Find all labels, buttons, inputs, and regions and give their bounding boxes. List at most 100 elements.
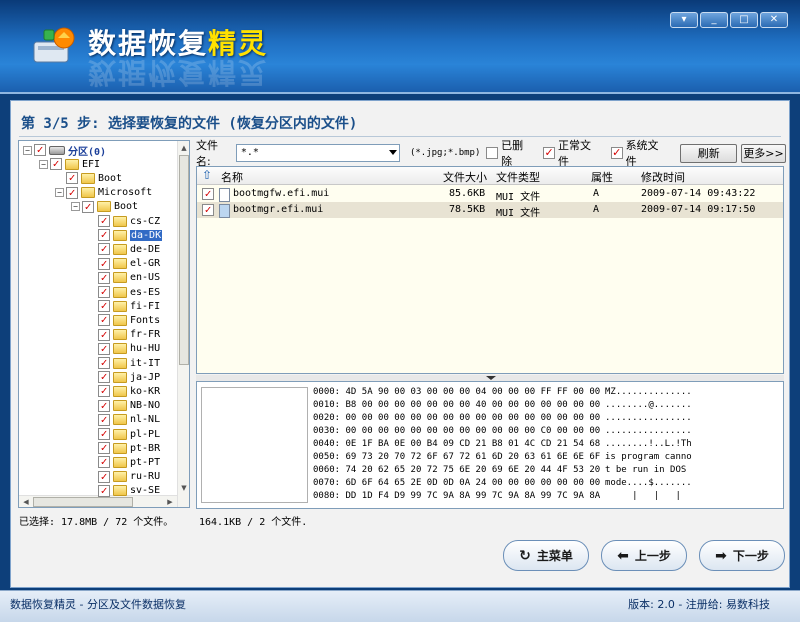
- splitter-arrow-icon[interactable]: [486, 376, 496, 380]
- col-modified[interactable]: 修改时间: [641, 169, 685, 185]
- tree-node-label[interactable]: ja-JP: [130, 372, 160, 383]
- col-attr[interactable]: 属性: [591, 169, 613, 185]
- tree-node-label[interactable]: da-DK: [130, 229, 163, 241]
- expand-toggle-icon[interactable]: −: [55, 188, 64, 198]
- minimize-button[interactable]: _: [700, 12, 728, 28]
- scroll-thumb[interactable]: [179, 155, 189, 365]
- tree-checkbox[interactable]: ✓: [98, 413, 110, 426]
- scroll-right-icon[interactable]: ▶: [165, 497, 175, 507]
- next-step-button[interactable]: ➡ 下一步: [699, 540, 785, 571]
- tree-checkbox[interactable]: ✓: [98, 328, 110, 341]
- tree-node-label[interactable]: cs-CZ: [130, 216, 160, 227]
- tree-node[interactable]: − ✓ 分区(0): [23, 143, 106, 158]
- tree-node-label[interactable]: Fonts: [130, 315, 160, 326]
- refresh-button[interactable]: 刷新: [680, 143, 738, 163]
- up-folder-icon[interactable]: ⇧: [202, 168, 212, 182]
- tree-checkbox[interactable]: ✓: [98, 257, 110, 270]
- tree-node[interactable]: ✓ sv-SE: [87, 484, 160, 498]
- tree-node[interactable]: ✓ cs-CZ: [87, 214, 160, 228]
- scroll-up-icon[interactable]: ▲: [179, 143, 189, 153]
- tree-node-label[interactable]: pl-PL: [130, 429, 160, 440]
- more-button[interactable]: 更多>>: [741, 143, 786, 163]
- tree-node-label[interactable]: en-US: [130, 272, 160, 283]
- tree-node-label[interactable]: hu-HU: [130, 343, 160, 354]
- file-checkbox[interactable]: ✓: [202, 204, 214, 216]
- tree-node[interactable]: ✓ pt-PT: [87, 455, 160, 469]
- tree-node-label[interactable]: fr-FR: [130, 329, 160, 340]
- tree-node[interactable]: − ✓ Boot: [71, 200, 138, 214]
- tree-checkbox[interactable]: ✓: [82, 200, 94, 213]
- tree-node-label[interactable]: ru-RU: [130, 471, 160, 482]
- chevron-down-icon[interactable]: [388, 150, 397, 155]
- tree-node[interactable]: ✓ en-US: [87, 271, 160, 285]
- system-files-checkbox[interactable]: ✓ 系统文件: [610, 137, 669, 169]
- tree-node-label[interactable]: es-ES: [130, 287, 160, 298]
- tree-checkbox[interactable]: ✓: [50, 158, 62, 171]
- tree-checkbox[interactable]: ✓: [98, 314, 110, 327]
- tree-node-label[interactable]: ko-KR: [130, 386, 160, 397]
- menu-dropdown-button[interactable]: ▾: [670, 12, 698, 28]
- tree-node-label[interactable]: Boot: [114, 201, 138, 212]
- close-button[interactable]: ✕: [760, 12, 788, 28]
- tree-checkbox[interactable]: ✓: [98, 243, 110, 256]
- tree-node[interactable]: ✓ pl-PL: [87, 427, 160, 441]
- main-menu-button[interactable]: ↻ 主菜单: [503, 540, 589, 571]
- tree-checkbox[interactable]: ✓: [98, 342, 110, 355]
- expand-toggle-icon[interactable]: −: [23, 145, 32, 155]
- tree-vertical-scrollbar[interactable]: ▲ ▼: [177, 141, 189, 507]
- tree-checkbox[interactable]: ✓: [98, 271, 110, 284]
- col-size[interactable]: 文件大小: [443, 169, 487, 185]
- tree-node[interactable]: ✓ NB-NO: [87, 399, 160, 413]
- tree-node-label[interactable]: de-DE: [130, 244, 160, 255]
- normal-files-checkbox[interactable]: ✓ 正常文件: [543, 137, 601, 169]
- tree-node-label[interactable]: pt-BR: [130, 443, 160, 454]
- tree-checkbox[interactable]: ✓: [66, 172, 78, 185]
- tree-checkbox[interactable]: ✓: [98, 357, 110, 369]
- tree-checkbox[interactable]: ✓: [98, 385, 110, 398]
- tree-node-label[interactable]: NB-NO: [130, 400, 160, 411]
- tree-node-label[interactable]: pt-PT: [130, 457, 160, 468]
- tree-node[interactable]: ✓ it-IT: [87, 356, 160, 370]
- tree-checkbox[interactable]: ✓: [98, 229, 110, 242]
- tree-node[interactable]: ✓ hu-HU: [87, 342, 160, 356]
- tree-node[interactable]: ✓ fr-FR: [87, 328, 160, 342]
- tree-checkbox[interactable]: ✓: [34, 144, 46, 156]
- col-name[interactable]: 名称: [221, 169, 243, 185]
- tree-checkbox[interactable]: ✓: [98, 428, 110, 440]
- tree-node[interactable]: ✓ da-DK: [87, 228, 163, 242]
- tree-node-label[interactable]: sv-SE: [130, 485, 160, 496]
- folder-tree[interactable]: ▲ ▼ ◀ ▶ − ✓ 分区(0) − ✓ EFI ✓ Boot − ✓ Microsoft − ✓ Bo…: [18, 140, 190, 508]
- tree-node-label[interactable]: Microsoft: [98, 187, 152, 198]
- tree-checkbox[interactable]: ✓: [98, 371, 110, 384]
- tree-node-label[interactable]: it-IT: [130, 358, 160, 369]
- file-row[interactable]: ✓ bootmgfw.efi.mui 85.6KB MUI 文件 A 2009-07-14…: [197, 186, 783, 203]
- tree-node[interactable]: ✓ Boot: [55, 171, 122, 185]
- tree-checkbox[interactable]: ✓: [98, 470, 110, 483]
- deleted-checkbox[interactable]: 已删除: [486, 137, 533, 169]
- tree-node[interactable]: ✓ ru-RU: [87, 470, 160, 484]
- tree-checkbox[interactable]: ✓: [98, 399, 110, 412]
- prev-step-button[interactable]: ⬅ 上一步: [601, 540, 687, 571]
- tree-node-label[interactable]: fi-FI: [130, 301, 160, 312]
- tree-node[interactable]: ✓ de-DE: [87, 242, 160, 256]
- tree-node-label[interactable]: EFI: [82, 159, 100, 170]
- scroll-left-icon[interactable]: ◀: [21, 497, 31, 507]
- system-check-icon[interactable]: ✓: [610, 147, 623, 159]
- maximize-button[interactable]: □: [730, 12, 758, 28]
- deleted-check-icon[interactable]: [486, 147, 499, 159]
- filename-combo[interactable]: *.*: [235, 144, 400, 162]
- tree-node[interactable]: ✓ fi-FI: [87, 299, 160, 313]
- expand-toggle-icon[interactable]: −: [71, 202, 80, 212]
- scroll-down-icon[interactable]: ▼: [179, 483, 189, 493]
- tree-node[interactable]: ✓ es-ES: [87, 285, 160, 299]
- file-checkbox[interactable]: ✓: [202, 188, 214, 200]
- tree-node[interactable]: − ✓ Microsoft: [55, 186, 152, 200]
- tree-node-label[interactable]: 分区(0): [68, 143, 106, 158]
- file-list[interactable]: ⇧ 名称 文件大小 文件类型 属性 修改时间 ✓ bootmgfw.efi.mui…: [196, 166, 784, 374]
- tree-node-label[interactable]: Boot: [98, 173, 122, 184]
- tree-checkbox[interactable]: ✓: [98, 442, 110, 455]
- tree-checkbox[interactable]: ✓: [98, 484, 110, 497]
- tree-checkbox[interactable]: ✓: [98, 456, 110, 469]
- tree-node-label[interactable]: el-GR: [130, 258, 160, 269]
- file-row[interactable]: ✓ bootmgr.efi.mui 78.5KB MUI 文件 A 2009-07-14 …: [197, 202, 783, 219]
